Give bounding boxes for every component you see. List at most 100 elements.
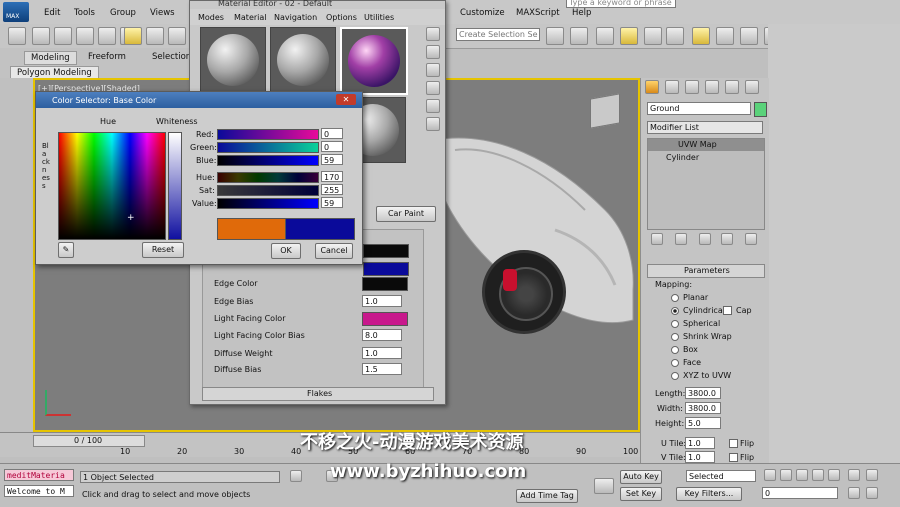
- blue-value[interactable]: 59: [321, 154, 343, 165]
- material-editor-icon[interactable]: [692, 27, 710, 45]
- maxscript-listener-line1[interactable]: meditMateria: [4, 469, 74, 481]
- color-swatch[interactable]: [363, 244, 409, 258]
- render-setup-icon[interactable]: [716, 27, 734, 45]
- menu-navigation[interactable]: Navigation: [274, 13, 317, 22]
- selection-set-dropdown[interactable]: Create Selection Se: [456, 28, 540, 41]
- remove-modifier-icon[interactable]: [721, 233, 733, 245]
- set-key-button[interactable]: Set Key: [620, 487, 662, 501]
- edge-color-swatch[interactable]: [362, 277, 408, 291]
- move-icon[interactable]: [124, 27, 142, 45]
- tab-modeling[interactable]: Modeling: [24, 51, 77, 65]
- graphite-toggle-icon[interactable]: [620, 27, 638, 45]
- material-type-button[interactable]: Car Paint: [376, 206, 436, 222]
- add-time-tag-button[interactable]: Add Time Tag: [516, 489, 578, 503]
- length-field[interactable]: 3800.0: [685, 387, 721, 399]
- display-tab-icon[interactable]: [725, 80, 739, 94]
- undo-icon[interactable]: [8, 27, 26, 45]
- show-end-result-icon[interactable]: [675, 233, 687, 245]
- radio-face[interactable]: [671, 359, 679, 367]
- material-slot-3[interactable]: [340, 27, 408, 95]
- modify-tab-icon[interactable]: [665, 80, 679, 94]
- menu-tools[interactable]: Tools: [74, 8, 95, 18]
- u-flip-checkbox[interactable]: [729, 439, 738, 448]
- material-slot-1[interactable]: [200, 27, 266, 93]
- maximize-viewport-icon[interactable]: [866, 487, 878, 499]
- search-input[interactable]: Type a keyword or phrase: [566, 0, 676, 8]
- tab-freeform[interactable]: Freeform: [82, 51, 132, 63]
- color-swatch[interactable]: [363, 262, 409, 276]
- background-icon[interactable]: [426, 63, 440, 77]
- edge-bias-field[interactable]: 1.0: [362, 295, 402, 307]
- stack-item-uvw-map[interactable]: UVW Map: [648, 139, 764, 151]
- v-tile-field[interactable]: 1.0: [685, 451, 715, 463]
- whiteness-slider[interactable]: [168, 132, 182, 240]
- menu-options[interactable]: Options: [326, 13, 357, 22]
- diffuse-bias-field[interactable]: 1.5: [362, 363, 402, 375]
- next-frame-icon[interactable]: [812, 469, 824, 481]
- cap-checkbox[interactable]: [723, 306, 732, 315]
- hue-blackness-field[interactable]: +: [58, 132, 166, 240]
- radio-shrink-wrap[interactable]: [671, 333, 679, 341]
- pan-icon[interactable]: [866, 469, 878, 481]
- app-logo-button[interactable]: MAX: [3, 2, 29, 22]
- options-icon[interactable]: [426, 117, 440, 131]
- hue-value[interactable]: 170: [321, 171, 343, 182]
- mirror-icon[interactable]: [546, 27, 564, 45]
- layer-manager-icon[interactable]: [596, 27, 614, 45]
- key-selection-dropdown[interactable]: Selected: [686, 470, 756, 482]
- play-icon[interactable]: [796, 469, 808, 481]
- red-slider[interactable]: [217, 129, 319, 140]
- set-key-icon[interactable]: [594, 478, 614, 494]
- sat-slider[interactable]: [217, 185, 319, 196]
- rendered-frame-icon[interactable]: [740, 27, 758, 45]
- sample-type-icon[interactable]: [426, 27, 440, 41]
- stack-item-cylinder[interactable]: Cylinder: [666, 153, 699, 162]
- rotate-icon[interactable]: [146, 27, 164, 45]
- diffuse-weight-field[interactable]: 1.0: [362, 347, 402, 359]
- color-picker-crosshair[interactable]: +: [127, 213, 135, 223]
- green-value[interactable]: 0: [321, 141, 343, 152]
- menu-customize[interactable]: Customize: [460, 8, 505, 18]
- value-value[interactable]: 59: [321, 197, 343, 208]
- sample-uv-icon[interactable]: [426, 81, 440, 95]
- green-slider[interactable]: [217, 142, 319, 153]
- select-link-icon[interactable]: [32, 27, 50, 45]
- material-slot-2[interactable]: [270, 27, 336, 93]
- create-tab-icon[interactable]: [645, 80, 659, 94]
- value-slider[interactable]: [217, 198, 319, 209]
- menu-material[interactable]: Material: [234, 13, 267, 22]
- go-to-start-icon[interactable]: [764, 469, 776, 481]
- current-frame-field[interactable]: 0: [762, 487, 838, 499]
- maxscript-listener-line2[interactable]: Welcome to M: [4, 485, 74, 497]
- menu-modes[interactable]: Modes: [198, 13, 224, 22]
- width-field[interactable]: 3800.0: [685, 402, 721, 414]
- configure-sets-icon[interactable]: [745, 233, 757, 245]
- eyedropper-button[interactable]: ✎: [58, 242, 74, 258]
- menu-group[interactable]: Group: [110, 8, 136, 18]
- reset-button[interactable]: Reset: [142, 242, 184, 258]
- red-value[interactable]: 0: [321, 128, 343, 139]
- radio-cylindrical[interactable]: [671, 307, 679, 315]
- u-tile-field[interactable]: 1.0: [685, 437, 715, 449]
- sat-value[interactable]: 255: [321, 184, 343, 195]
- light-facing-color-swatch[interactable]: [362, 312, 408, 326]
- hue-slider[interactable]: [217, 172, 319, 183]
- scale-icon[interactable]: [168, 27, 186, 45]
- radio-planar[interactable]: [671, 294, 679, 302]
- menu-edit[interactable]: Edit: [44, 8, 60, 18]
- auto-key-button[interactable]: Auto Key: [620, 470, 662, 484]
- previous-frame-icon[interactable]: [780, 469, 792, 481]
- height-field[interactable]: 5.0: [685, 417, 721, 429]
- make-unique-icon[interactable]: [699, 233, 711, 245]
- time-slider[interactable]: 0 / 100: [33, 435, 145, 447]
- modifier-list-dropdown[interactable]: Modifier List: [647, 121, 763, 134]
- unlink-icon[interactable]: [54, 27, 72, 45]
- radio-xyz-to-uvw[interactable]: [671, 372, 679, 380]
- select-region-icon[interactable]: [98, 27, 116, 45]
- menu-views[interactable]: Views: [150, 8, 175, 18]
- video-color-icon[interactable]: [426, 99, 440, 113]
- close-icon[interactable]: ✕: [336, 94, 356, 105]
- go-to-end-icon[interactable]: [828, 469, 840, 481]
- curve-editor-icon[interactable]: [644, 27, 662, 45]
- lock-selection-icon[interactable]: [290, 470, 302, 482]
